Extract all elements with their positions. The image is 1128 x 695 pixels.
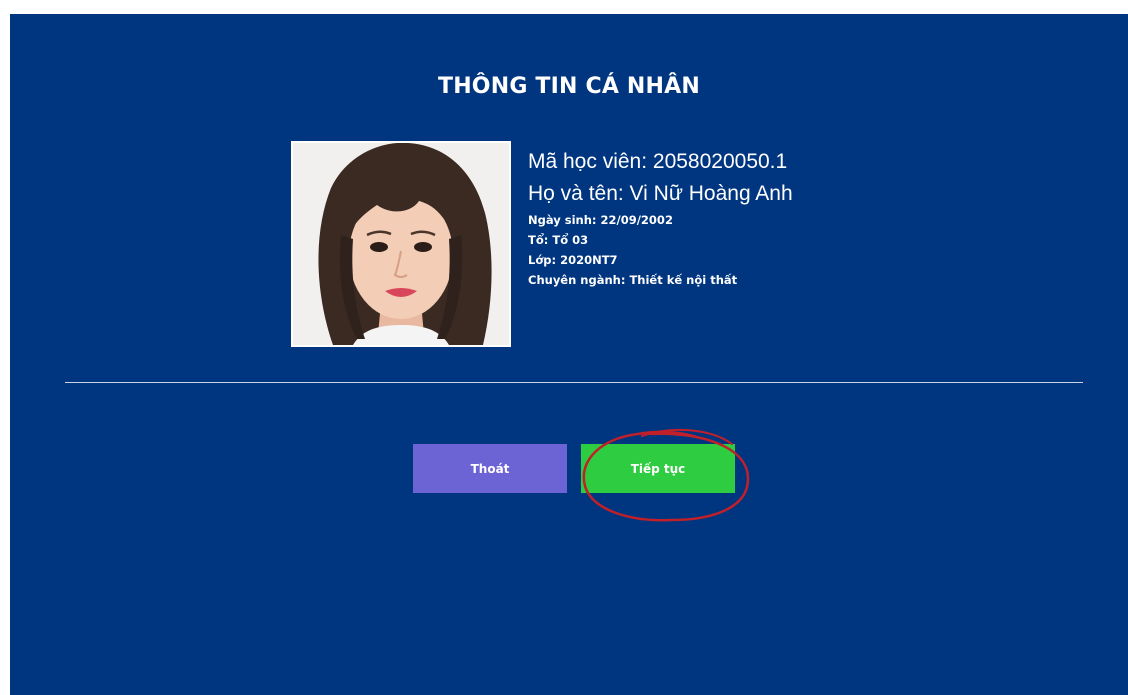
page-title: THÔNG TIN CÁ NHÂN: [437, 74, 700, 99]
red-circle-annotation: [582, 428, 750, 522]
student-class: Lớp: 2020NT7: [528, 253, 618, 267]
student-birthdate: Ngày sinh: 22/09/2002: [528, 213, 673, 227]
exit-button[interactable]: Thoát: [413, 444, 567, 493]
student-id: Mã học viên: 2058020050.1: [528, 150, 788, 173]
student-name: Họ và tên: Vi Nữ Hoàng Anh: [528, 182, 793, 205]
personal-info-panel: THÔNG TIN CÁ NHÂN Mã học viên: 205802005…: [10, 14, 1128, 695]
student-group: Tổ: Tổ 03: [528, 233, 589, 247]
continue-button[interactable]: Tiếp tục: [581, 444, 735, 493]
student-info: Mã học viên: 2058020050.1 Họ và tên: Vi …: [528, 146, 793, 290]
student-photo: [291, 141, 511, 347]
student-major: Chuyên ngành: Thiết kế nội thất: [528, 273, 738, 287]
divider: [65, 382, 1083, 383]
